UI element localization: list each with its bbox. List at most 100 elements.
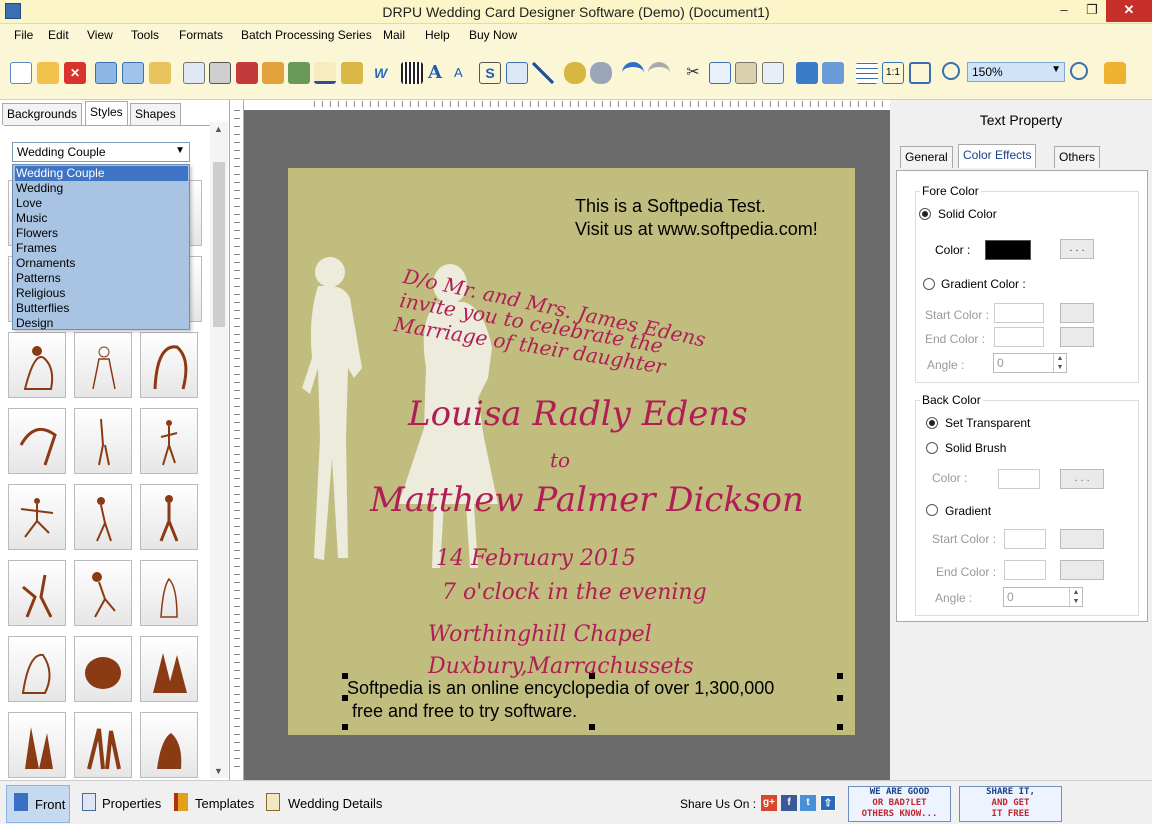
card-text-bride-name[interactable]: Louisa Radly Edens: [408, 394, 748, 434]
menu-view[interactable]: View: [87, 28, 113, 42]
menu-mail[interactable]: Mail: [383, 28, 405, 42]
cut-icon[interactable]: ✂: [682, 62, 704, 84]
properties-button[interactable]: Properties: [102, 785, 161, 823]
share-icon[interactable]: ⇧: [820, 795, 836, 811]
bring-front-icon[interactable]: [796, 62, 818, 84]
wedding-details-button[interactable]: Wedding Details: [288, 785, 382, 823]
wedding-card[interactable]: This is a Softpedia Test. Visit us at ww…: [288, 168, 855, 735]
dropdown-option[interactable]: Wedding: [15, 181, 188, 196]
card-text-date[interactable]: 14 February 2015: [436, 546, 636, 571]
dropdown-option[interactable]: Ornaments: [15, 256, 188, 271]
text-icon[interactable]: A: [428, 62, 450, 84]
feedback-banner[interactable]: WE ARE GOOD OR BAD?LET OTHERS KNOW...: [848, 786, 951, 822]
style-thumbnail[interactable]: [140, 484, 198, 550]
style-thumbnail[interactable]: [8, 484, 66, 550]
start-color-button[interactable]: [1060, 303, 1094, 323]
menu-file[interactable]: File: [14, 28, 33, 42]
card-text-groom-name[interactable]: Matthew Palmer Dickson: [370, 480, 804, 520]
fore-angle-spinner[interactable]: 0 ▲ ▼: [993, 353, 1067, 373]
back-angle-spinner[interactable]: 0 ▲ ▼: [1003, 587, 1083, 607]
tab-backgrounds[interactable]: Backgrounds: [2, 103, 83, 125]
database-icon[interactable]: [564, 62, 586, 84]
style-thumbnail[interactable]: [140, 712, 198, 778]
selection-handle[interactable]: [342, 724, 348, 730]
save-as-icon[interactable]: [122, 62, 144, 84]
undo-icon[interactable]: [622, 62, 644, 84]
spin-arrows-icon[interactable]: ▲ ▼: [1069, 588, 1082, 606]
new-icon[interactable]: [10, 62, 32, 84]
end-color-swatch[interactable]: [994, 327, 1044, 347]
selection-handle[interactable]: [342, 695, 348, 701]
google-plus-icon[interactable]: g+: [761, 795, 777, 811]
wordart-icon[interactable]: W: [374, 62, 396, 84]
fit-window-icon[interactable]: [909, 62, 931, 84]
close-document-icon[interactable]: ✕: [64, 62, 86, 84]
style-thumbnail[interactable]: [140, 408, 198, 474]
database-settings-icon[interactable]: [590, 62, 612, 84]
dropdown-option[interactable]: Flowers: [15, 226, 188, 241]
dropdown-option[interactable]: Religious: [15, 286, 188, 301]
card-text-place[interactable]: Duxbury,Marrachussets: [428, 654, 694, 679]
back-start-color-button[interactable]: [1060, 529, 1104, 549]
style-thumbnail[interactable]: [140, 332, 198, 398]
style-thumbnail[interactable]: [74, 484, 132, 550]
fore-color-browse-button[interactable]: . . .: [1060, 239, 1094, 259]
style-thumbnail[interactable]: [140, 560, 198, 626]
style-thumbnail[interactable]: [140, 636, 198, 702]
style-thumbnail[interactable]: [74, 636, 132, 702]
barcode-icon[interactable]: [401, 62, 423, 84]
card-text-footer-line1[interactable]: Softpedia is an online encyclopedia of o…: [347, 678, 774, 699]
style-thumbnail[interactable]: [8, 712, 66, 778]
tab-shapes[interactable]: Shapes: [130, 103, 181, 125]
selection-handle[interactable]: [837, 673, 843, 679]
couple-silhouette-image[interactable]: [288, 168, 855, 735]
style-category-select[interactable]: Wedding Couple ▼: [12, 142, 190, 162]
grid-icon[interactable]: [856, 62, 878, 84]
tab-general[interactable]: General: [900, 146, 953, 168]
image-icon[interactable]: [288, 62, 310, 84]
save-icon[interactable]: [95, 62, 117, 84]
lock-icon[interactable]: [1104, 62, 1126, 84]
style-thumbnail[interactable]: [8, 408, 66, 474]
menu-help[interactable]: Help: [425, 28, 450, 42]
end-color-button[interactable]: [1060, 327, 1094, 347]
menu-buy-now[interactable]: Buy Now: [469, 28, 517, 42]
dropdown-option[interactable]: Butterflies: [15, 301, 188, 316]
shape-tool-icon[interactable]: [341, 62, 363, 84]
back-end-color-button[interactable]: [1060, 560, 1104, 580]
menu-formats[interactable]: Formats: [179, 28, 223, 42]
gradient-color-radio[interactable]: [923, 278, 935, 290]
scroll-up-icon[interactable]: ▲: [214, 124, 223, 134]
line-icon[interactable]: [532, 62, 554, 84]
selection-handle[interactable]: [837, 724, 843, 730]
pencil-icon[interactable]: [314, 62, 336, 84]
card-text-test-line1[interactable]: This is a Softpedia Test.: [575, 196, 766, 217]
copy-design-icon[interactable]: [236, 62, 258, 84]
zoom-out-icon[interactable]: [1070, 62, 1088, 80]
dropdown-option[interactable]: Music: [15, 211, 188, 226]
solid-brush-radio[interactable]: [926, 442, 938, 454]
text-box-icon[interactable]: A: [454, 62, 476, 84]
gradient-radio[interactable]: [926, 504, 938, 516]
selection-handle[interactable]: [837, 695, 843, 701]
set-transparent-radio[interactable]: [926, 417, 938, 429]
paste-icon[interactable]: [735, 62, 757, 84]
menu-tools[interactable]: Tools: [131, 28, 159, 42]
style-thumbnail[interactable]: [74, 408, 132, 474]
tab-color-effects[interactable]: Color Effects: [958, 144, 1037, 168]
card-text-footer-line2[interactable]: free and free to try software.: [352, 701, 577, 722]
redo-icon[interactable]: [648, 62, 670, 84]
style-thumbnail[interactable]: [74, 332, 132, 398]
scroll-down-icon[interactable]: ▼: [214, 766, 223, 776]
style-thumbnail[interactable]: [8, 560, 66, 626]
back-start-color-swatch[interactable]: [1004, 529, 1046, 549]
selection-handle[interactable]: [589, 724, 595, 730]
menu-batch-processing[interactable]: Batch Processing Series: [241, 28, 372, 42]
signature-icon[interactable]: S: [479, 62, 501, 84]
selection-handle[interactable]: [342, 673, 348, 679]
fore-color-swatch[interactable]: [985, 240, 1031, 260]
menu-edit[interactable]: Edit: [48, 28, 69, 42]
mail-icon[interactable]: [506, 62, 528, 84]
back-color-browse-button[interactable]: . . .: [1060, 469, 1104, 489]
gift-icon[interactable]: [262, 62, 284, 84]
